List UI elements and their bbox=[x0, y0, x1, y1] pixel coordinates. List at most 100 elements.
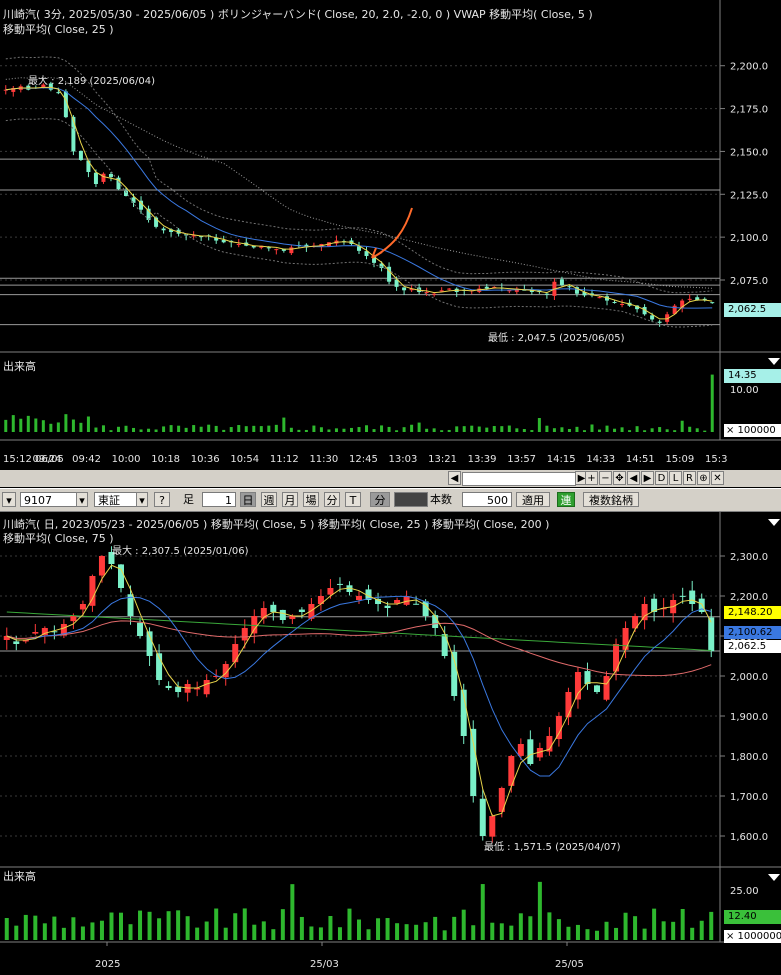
ashi-input[interactable]: 1 bbox=[202, 492, 236, 507]
scroll-tool-button-8[interactable]: ⊕ bbox=[697, 471, 710, 485]
intraday-volume-bar bbox=[267, 425, 271, 432]
daily-volume-bar bbox=[195, 927, 200, 940]
daily-candle bbox=[622, 628, 629, 650]
apply-button[interactable]: 適用 bbox=[516, 492, 550, 507]
intraday-time-label: 15:3 bbox=[705, 454, 727, 465]
intraday-candle bbox=[544, 293, 549, 295]
daily-volume-bar bbox=[661, 921, 666, 940]
intraday-volume-bar bbox=[477, 426, 481, 432]
code-dropdown-icon[interactable]: ▾ bbox=[76, 492, 88, 507]
intraday-volume-bar bbox=[710, 374, 714, 432]
scroll-tool-button-7[interactable]: R bbox=[683, 471, 696, 485]
daily-volume-bar bbox=[671, 921, 676, 940]
intraday-volume-bar bbox=[342, 428, 346, 432]
daily-volume-bar bbox=[604, 921, 609, 940]
daily-volume-bar bbox=[404, 924, 409, 940]
ashi-label: 足 bbox=[183, 493, 194, 506]
daily-volume-bar bbox=[242, 908, 247, 940]
scroll-tool-button-3[interactable]: ◀ bbox=[627, 471, 640, 485]
intraday-volume-bar bbox=[695, 428, 699, 432]
intraday-volume-bar bbox=[34, 418, 38, 432]
month-button[interactable]: 月 bbox=[282, 492, 298, 507]
daily-candle bbox=[251, 616, 258, 634]
daily-ytick-label: 2,300.0 bbox=[730, 552, 768, 563]
intraday-candle bbox=[289, 247, 294, 254]
intraday-volume-bar bbox=[567, 428, 571, 432]
daily-volume-bar bbox=[166, 911, 171, 940]
intraday-volume-bar bbox=[184, 427, 188, 432]
scroll-tool-button-9[interactable]: ✕ bbox=[711, 471, 724, 485]
intraday-volume-bar bbox=[274, 424, 278, 432]
daily-volume-bar bbox=[223, 927, 228, 940]
intraday-volume-bar bbox=[259, 426, 263, 432]
ba-button[interactable]: 場 bbox=[303, 492, 319, 507]
honsu-input[interactable]: 500 bbox=[462, 492, 512, 507]
intraday-volume-bar bbox=[214, 425, 218, 432]
intraday-volume-bar bbox=[447, 429, 451, 432]
scroll-tool-button-4[interactable]: ▶ bbox=[641, 471, 654, 485]
daily-volume-bar bbox=[271, 929, 276, 940]
daily-volume-bar bbox=[528, 916, 533, 940]
daily-volume-bar bbox=[614, 927, 619, 940]
daily-volume-bar bbox=[709, 911, 714, 940]
intraday-volume-bar bbox=[402, 427, 406, 432]
intraday-candle bbox=[612, 301, 617, 303]
daily-volume-bar bbox=[328, 916, 333, 940]
ren-button[interactable]: 連 bbox=[557, 492, 575, 507]
daily-badge-yellow: 2,148.20 bbox=[724, 606, 781, 619]
color-swatch[interactable] bbox=[394, 492, 428, 507]
intraday-volume-bar bbox=[139, 429, 143, 432]
intraday-volume-bar bbox=[650, 428, 654, 432]
scroll-tool-button-6[interactable]: L bbox=[669, 471, 682, 485]
daily-candle bbox=[584, 671, 591, 684]
daily-volume-bar bbox=[99, 920, 104, 940]
scroll-left-button[interactable]: ◀ bbox=[448, 471, 461, 485]
intraday-time-label: 13:57 bbox=[507, 454, 536, 465]
chart-scrollbar[interactable]: ◀ ▶ + − ✥ ◀ ▶ D L R ⊕ ✕ bbox=[0, 470, 781, 487]
daily-candle bbox=[298, 609, 305, 612]
bun2-button[interactable]: 分 bbox=[370, 492, 390, 507]
intraday-candle bbox=[93, 172, 98, 184]
daily-volume-bar bbox=[309, 926, 314, 940]
intraday-ytick-label: 2,175.0 bbox=[730, 105, 768, 116]
daily-volume-bar bbox=[461, 909, 466, 940]
daily-volume-bar bbox=[204, 921, 209, 940]
daily-volume-bar bbox=[395, 923, 400, 940]
intraday-volume-bar bbox=[507, 425, 511, 432]
scroll-tool-button-1[interactable]: − bbox=[599, 471, 612, 485]
intraday-volume-bar bbox=[4, 419, 8, 432]
t-button[interactable]: T bbox=[345, 492, 361, 507]
day-button[interactable]: 日 bbox=[240, 492, 256, 507]
daily-candle bbox=[555, 716, 562, 740]
daily-candle bbox=[13, 641, 20, 644]
intraday-volume-bar bbox=[395, 430, 399, 432]
scroll-tool-button-5[interactable]: D bbox=[655, 471, 668, 485]
daily-volume-bar bbox=[138, 910, 143, 940]
intraday-volume-bar bbox=[432, 428, 436, 432]
daily-volume-bar bbox=[633, 916, 638, 940]
daily-min-label: 最低 : 1,571.5 (2025/04/07) bbox=[484, 842, 621, 853]
intraday-volume-bar bbox=[703, 430, 707, 432]
daily-volume-bar bbox=[119, 912, 123, 940]
intraday-candle bbox=[620, 304, 625, 305]
help-button[interactable]: ? bbox=[154, 492, 170, 507]
daily-volume-bar bbox=[147, 911, 152, 940]
intraday-volume-bar bbox=[530, 430, 534, 432]
daily-chart[interactable]: 2,300.02,200.02,100.02,000.01,900.01,800… bbox=[0, 512, 781, 975]
intraday-volume-bar bbox=[64, 414, 68, 432]
week-button[interactable]: 週 bbox=[261, 492, 277, 507]
market-dropdown-icon[interactable]: ▾ bbox=[136, 492, 148, 507]
bun-button[interactable]: 分 bbox=[324, 492, 340, 507]
scroll-tool-button-2[interactable]: ✥ bbox=[613, 471, 626, 485]
intraday-price-badge: 2,062.5 bbox=[724, 303, 781, 317]
multi-stock-button[interactable]: 複数銘柄 bbox=[583, 492, 639, 507]
intraday-chart[interactable]: 2,200.0 2,175.0 2,150.0 2,125.0 2,100.0 2,075… bbox=[0, 0, 781, 470]
daily-header-2: 移動平均( Close, 75 ) bbox=[3, 532, 114, 545]
scroll-track[interactable] bbox=[462, 472, 576, 486]
intraday-volume-bar bbox=[177, 425, 181, 432]
scroll-tool-button-0[interactable]: + bbox=[585, 471, 598, 485]
menu-icon[interactable]: ▾ bbox=[2, 492, 16, 507]
intraday-max-label: 最大 : 2,189 (2025/06/04) bbox=[28, 76, 155, 87]
intraday-candle bbox=[56, 92, 61, 94]
daily-volume-bar bbox=[518, 913, 523, 940]
